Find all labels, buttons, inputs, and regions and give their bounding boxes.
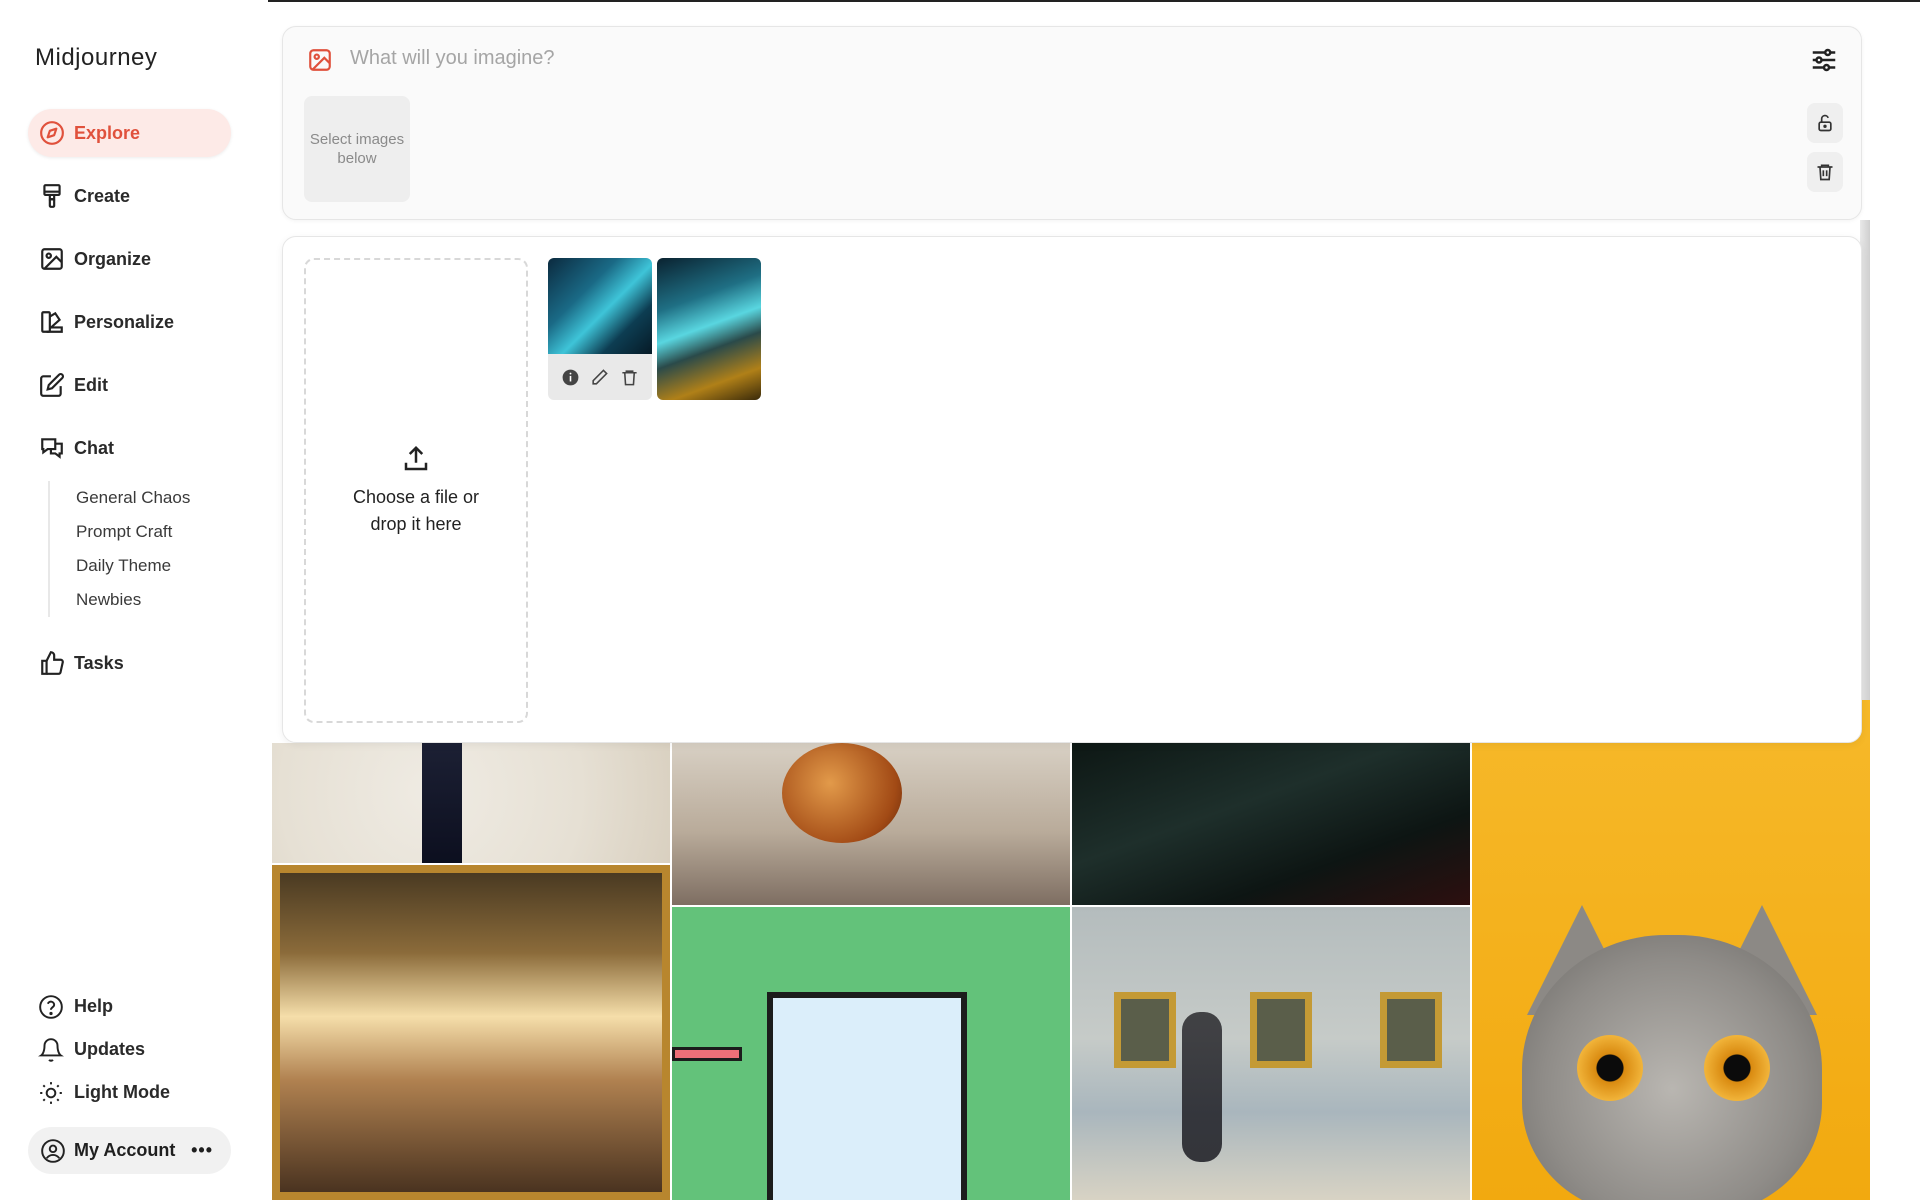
image-actions: [548, 354, 652, 400]
account-label: My Account: [74, 1140, 176, 1160]
nav-item-edit[interactable]: Edit: [28, 361, 231, 409]
chat-bubbles-icon: [38, 434, 66, 462]
nav-item-tasks[interactable]: Tasks: [28, 639, 231, 687]
nav-item-create[interactable]: Create: [28, 172, 231, 220]
upload-icon: [404, 445, 428, 470]
nav-label: Explore: [74, 122, 141, 143]
chat-room-general-chaos[interactable]: General Chaos: [76, 481, 231, 515]
gallery-image-ink-splatter[interactable]: [272, 743, 670, 863]
trash-icon[interactable]: [620, 368, 639, 387]
nav-label: Organize: [74, 248, 152, 269]
chat-rooms-list: General Chaos Prompt Craft Daily Theme N…: [48, 481, 231, 617]
sun-icon: [40, 1081, 62, 1104]
drop-text-line2: drop it here: [370, 513, 462, 534]
bell-icon: [38, 1037, 64, 1062]
chat-room-prompt-craft[interactable]: Prompt Craft: [76, 515, 231, 549]
chat-room-newbies[interactable]: Newbies: [76, 583, 231, 617]
uploaded-image-preview[interactable]: [548, 258, 652, 354]
gallery-image-baroque-painting[interactable]: [272, 865, 670, 1200]
nav-label: Personalize: [74, 311, 175, 332]
nav-label: Tasks: [74, 652, 124, 673]
nav-item-chat[interactable]: Chat: [28, 424, 231, 472]
palette-swatch-icon: [38, 308, 66, 336]
sidebar: Midjourney Explore Create Organize Perso…: [0, 0, 268, 1200]
image-frame-icon: [38, 245, 66, 273]
nav-label: Create: [74, 185, 131, 206]
gallery-image-fried-food[interactable]: [672, 743, 1070, 905]
nav-item-explore[interactable]: Explore: [28, 109, 231, 157]
thumbs-up-icon: [38, 649, 66, 677]
main-nav: Explore Create Organize Personalize Edit: [28, 109, 231, 702]
nav-item-organize[interactable]: Organize: [28, 235, 231, 283]
nav-item-help[interactable]: Help: [28, 985, 231, 1028]
compass-icon: [38, 119, 66, 147]
bottom-nav: Help Updates Light Mode: [28, 985, 231, 1114]
more-options-icon[interactable]: •••: [191, 1140, 213, 1161]
edit-pencil-icon: [38, 371, 66, 399]
nav-label: Updates: [74, 1039, 146, 1059]
gallery-image-dark-city[interactable]: [1072, 743, 1470, 905]
edit-pencil-icon[interactable]: [590, 368, 609, 387]
nav-label: Light Mode: [74, 1082, 170, 1102]
nav-item-updates[interactable]: Updates: [28, 1028, 231, 1071]
gallery-image-cat[interactable]: [1472, 695, 1870, 1200]
chat-room-daily-theme[interactable]: Daily Theme: [76, 549, 231, 583]
image-upload-panel: Choose a file or drop it here: [282, 236, 1862, 743]
info-icon[interactable]: [561, 368, 580, 387]
help-circle-icon: [39, 994, 63, 1019]
nav-label: Edit: [74, 374, 108, 395]
nav-item-personalize[interactable]: Personalize: [28, 298, 231, 346]
paintbrush-icon: [38, 182, 66, 210]
nav-item-light-mode[interactable]: Light Mode: [28, 1071, 231, 1114]
my-account-button[interactable]: My Account •••: [28, 1127, 231, 1174]
app-logo[interactable]: Midjourney: [35, 44, 157, 72]
nav-label: Help: [74, 996, 114, 1016]
uploaded-image-1[interactable]: [548, 258, 652, 400]
user-circle-icon: [41, 1138, 65, 1163]
uploaded-image-2[interactable]: [657, 258, 761, 400]
drop-text-line1: Choose a file or: [352, 486, 480, 507]
nav-label: Chat: [74, 437, 114, 458]
file-drop-zone[interactable]: Choose a file or drop it here: [304, 258, 528, 723]
gallery-image-comic-window[interactable]: [672, 907, 1070, 1200]
gallery-image-museum-walker[interactable]: [1072, 907, 1470, 1200]
